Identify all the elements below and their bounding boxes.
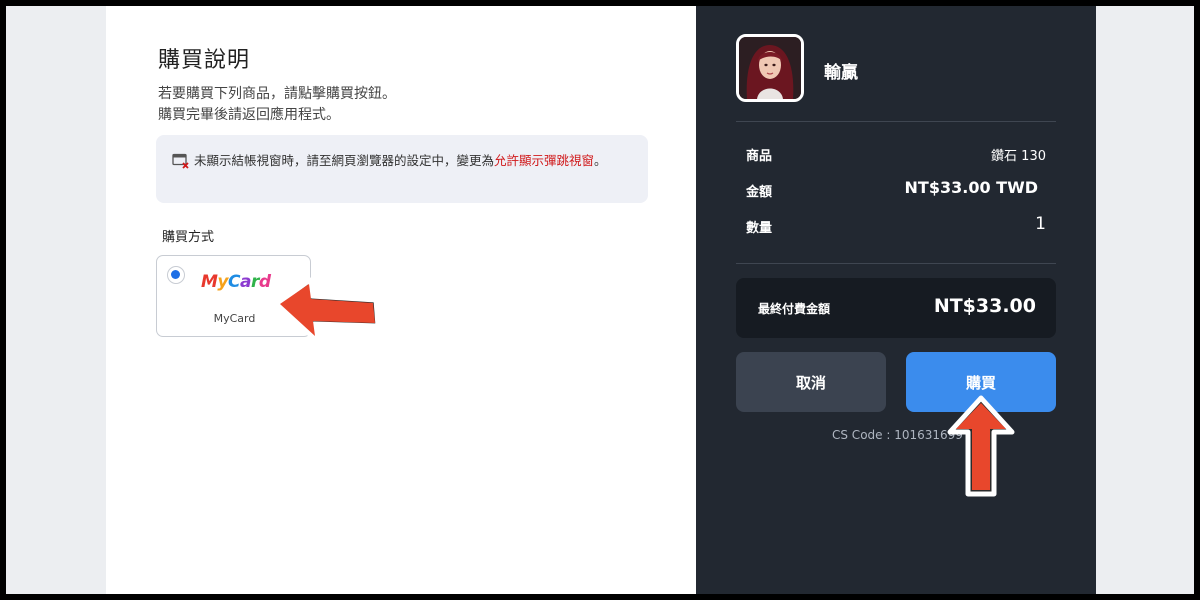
- notice-text: 未顯示結帳視窗時，請至網頁瀏覽器的設定中，變更為允許顯示彈跳視窗。: [194, 150, 634, 171]
- page-title: 購買說明: [158, 48, 251, 73]
- final-amount-label: 最終付費金額: [758, 302, 831, 316]
- character-portrait-icon: [739, 37, 801, 99]
- page-background-left: [6, 6, 106, 594]
- quantity-value: 1: [1035, 214, 1046, 234]
- amount-label: 金額: [746, 185, 773, 200]
- game-avatar: [736, 34, 804, 102]
- mycard-logo: MyCard: [201, 272, 271, 292]
- divider-top: [736, 121, 1056, 122]
- game-name: 輸贏: [824, 63, 858, 83]
- divider-bottom: [736, 263, 1056, 264]
- red-arrow-up-icon: [947, 395, 1015, 497]
- description-line-2: 購買完畢後請返回應用程式。: [158, 107, 340, 123]
- cancel-button[interactable]: 取消: [736, 352, 886, 412]
- final-amount-value: NT$33.00: [933, 295, 1036, 317]
- product-value: 鑽石 130: [991, 149, 1046, 164]
- mycard-radio-selected[interactable]: [167, 266, 185, 284]
- quantity-label: 數量: [746, 221, 773, 236]
- purchase-description: 若要購買下列商品，請點擊購買按鈕。 購買完畢後請返回應用程式。: [158, 84, 396, 126]
- payment-method-label: 購買方式: [162, 230, 215, 245]
- purchase-info-panel: 購買說明 若要購買下列商品，請點擊購買按鈕。 購買完畢後請返回應用程式。 未顯示…: [106, 6, 696, 594]
- order-summary-panel: 輸贏 商品 鑽石 130 金額 NT$33.00 TWD 數量 1 最終付費金額…: [696, 6, 1096, 594]
- description-line-1: 若要購買下列商品，請點擊購買按鈕。: [158, 86, 396, 102]
- popup-notice-box: 未顯示結帳視窗時，請至網頁瀏覽器的設定中，變更為允許顯示彈跳視窗。: [156, 135, 648, 203]
- notice-message: 未顯示結帳視窗時，請至網頁瀏覽器的設定中，變更為: [194, 153, 495, 168]
- notice-end: 。: [594, 153, 607, 168]
- amount-value: NT$33.00 TWD: [904, 178, 1038, 197]
- allow-popup-link[interactable]: 允許顯示彈跳視窗: [494, 153, 594, 168]
- browser-window-blocked-icon: [172, 153, 189, 169]
- final-amount-box: 最終付費金額 NT$33.00: [736, 278, 1056, 338]
- page-background-right: [1096, 6, 1194, 594]
- product-label: 商品: [746, 149, 773, 164]
- red-arrow-left-icon: [274, 277, 381, 343]
